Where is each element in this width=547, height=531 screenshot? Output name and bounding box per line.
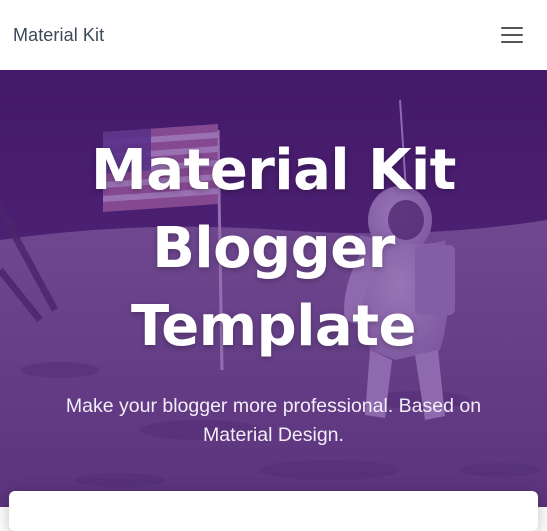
navbar: Material Kit [0, 0, 547, 70]
hero-section: Material Kit Blogger Template Make your … [0, 70, 547, 507]
hamburger-icon-bar [501, 34, 523, 36]
hero-content: Material Kit Blogger Template Make your … [0, 132, 547, 450]
hero-subtitle: Make your blogger more professional. Bas… [65, 395, 482, 446]
hamburger-icon-bar [501, 41, 523, 43]
hamburger-icon-bar [501, 27, 523, 29]
menu-toggle-button[interactable] [501, 27, 523, 43]
content-card [9, 491, 538, 531]
brand-link[interactable]: Material Kit [13, 25, 104, 46]
hero-title: Material Kit Blogger Template [91, 138, 456, 359]
